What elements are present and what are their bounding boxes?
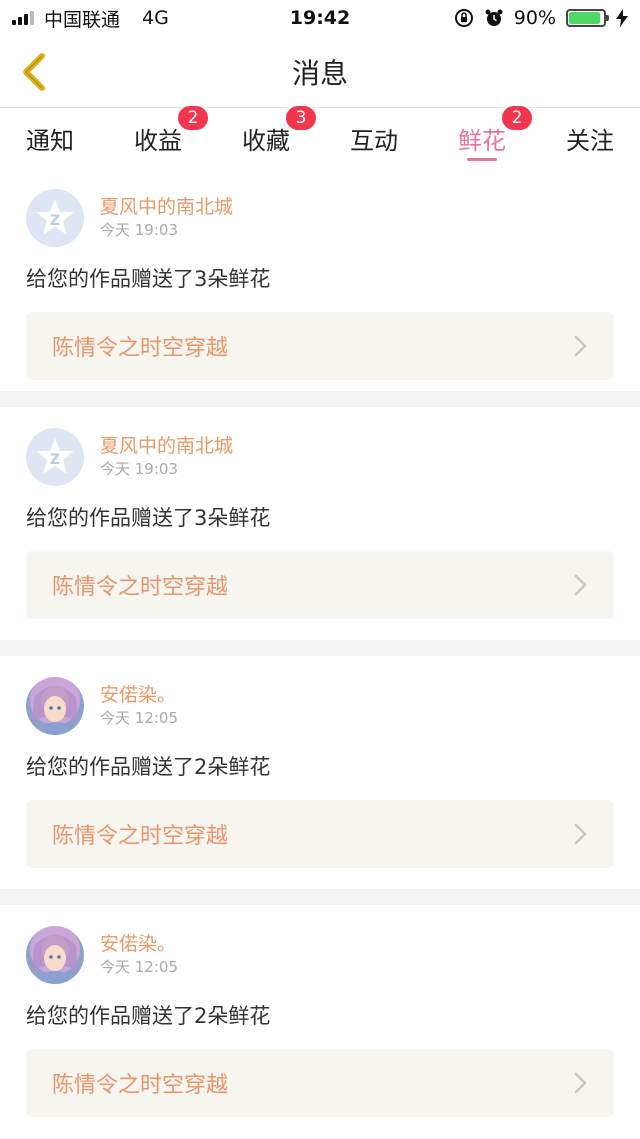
work-link[interactable]: 陈情令之时空穿越	[26, 551, 614, 619]
message-meta: 夏风中的南北城 今天 19:03	[100, 434, 233, 480]
username[interactable]: 夏风中的南北城	[100, 195, 233, 219]
orientation-lock-icon	[454, 9, 473, 27]
tab-label: 收藏	[242, 126, 290, 155]
back-arrow-icon	[23, 53, 45, 91]
chevron-right-icon	[574, 1072, 587, 1094]
tab-following[interactable]: 关注	[566, 108, 614, 168]
avatar[interactable]: Z	[26, 189, 84, 247]
carrier-label: 中国联通	[44, 8, 121, 31]
status-bar: 中国联通 4G 19:42 90%	[0, 0, 640, 36]
work-link[interactable]: 陈情令之时空穿越	[26, 1049, 614, 1117]
message-text: 给您的作品赠送了3朵鲜花	[26, 267, 271, 291]
message-card: 安偌染。 今天 12:05 给您的作品赠送了2朵鲜花 陈情令之时空穿越	[0, 905, 640, 1138]
message-meta: 安偌染。 今天 12:05	[100, 683, 178, 729]
default-avatar-icon: Z	[36, 199, 74, 235]
unread-badge: 3	[284, 104, 318, 132]
tab-interactions[interactable]: 互动	[350, 108, 398, 168]
anime-avatar-icon	[32, 686, 78, 735]
back-button[interactable]	[14, 50, 54, 94]
svg-text:Z: Z	[50, 213, 60, 229]
work-title: 陈情令之时空穿越	[52, 824, 229, 849]
message-header: 安偌染。 今天 12:05	[26, 674, 614, 738]
signal-icon	[12, 11, 34, 25]
message-card: Z 夏风中的南北城 今天 19:03 给您的作品赠送了3朵鲜花 陈情令之时空穿越	[0, 407, 640, 640]
battery-percent: 90%	[513, 7, 556, 29]
tab-earnings[interactable]: 收益 2	[134, 104, 210, 168]
avatar[interactable]	[26, 926, 84, 984]
message-header: 安偌染。 今天 12:05	[26, 923, 614, 987]
avatar[interactable]: Z	[26, 428, 84, 486]
charging-icon	[616, 9, 628, 27]
tab-favorites[interactable]: 收藏 3	[242, 104, 318, 168]
unread-badge: 2	[500, 104, 534, 132]
battery-icon	[566, 9, 609, 27]
svg-text:Z: Z	[50, 452, 60, 468]
tab-label: 通知	[26, 126, 74, 155]
message-meta: 安偌染。 今天 12:05	[100, 932, 178, 978]
tab-notifications[interactable]: 通知	[26, 108, 74, 168]
work-link[interactable]: 陈情令之时空穿越	[26, 312, 614, 380]
username[interactable]: 安偌染。	[100, 683, 178, 707]
message-header: Z 夏风中的南北城 今天 19:03	[26, 425, 614, 489]
work-title: 陈情令之时空穿越	[52, 336, 229, 361]
message-header: Z 夏风中的南北城 今天 19:03	[26, 186, 614, 250]
network-label: 4G	[142, 7, 169, 29]
timestamp: 今天 12:05	[100, 709, 178, 727]
username[interactable]: 安偌染。	[100, 932, 178, 956]
tab-flowers[interactable]: 鲜花 2	[458, 104, 534, 168]
message-text: 给您的作品赠送了2朵鲜花	[26, 755, 271, 779]
timestamp: 今天 19:03	[100, 221, 178, 239]
chevron-right-icon	[574, 823, 587, 845]
timestamp: 今天 19:03	[100, 460, 178, 478]
work-link[interactable]: 陈情令之时空穿越	[26, 800, 614, 868]
anime-avatar-icon	[32, 935, 78, 984]
username[interactable]: 夏风中的南北城	[100, 434, 233, 458]
default-avatar-icon: Z	[36, 438, 74, 474]
tab-bar: 通知 收益 2 收藏 3 互动 鲜花 2 关注	[0, 104, 640, 168]
tab-label: 鲜花	[458, 126, 506, 155]
status-right: 90%	[454, 7, 628, 29]
timestamp: 今天 12:05	[100, 958, 178, 976]
message-card: Z 夏风中的南北城 今天 19:03 给您的作品赠送了3朵鲜花 陈情令之时空穿越	[0, 168, 640, 391]
chevron-right-icon	[574, 335, 587, 357]
tab-label: 收益	[134, 126, 182, 155]
nav-bar: 消息	[0, 36, 640, 108]
work-title: 陈情令之时空穿越	[52, 1073, 229, 1098]
alarm-icon	[485, 9, 503, 26]
message-text: 给您的作品赠送了3朵鲜花	[26, 506, 271, 530]
message-meta: 夏风中的南北城 今天 19:03	[100, 195, 233, 241]
status-left: 中国联通 4G	[12, 5, 169, 32]
tab-label: 关注	[566, 126, 614, 155]
page-title: 消息	[291, 56, 348, 90]
work-title: 陈情令之时空穿越	[52, 575, 229, 600]
message-text: 给您的作品赠送了2朵鲜花	[26, 1004, 271, 1028]
chevron-right-icon	[574, 574, 587, 596]
unread-badge: 2	[176, 104, 210, 132]
tab-label: 互动	[350, 126, 398, 155]
avatar[interactable]	[26, 677, 84, 735]
message-list: Z 夏风中的南北城 今天 19:03 给您的作品赠送了3朵鲜花 陈情令之时空穿越…	[0, 168, 640, 1138]
message-card: 安偌染。 今天 12:05 给您的作品赠送了2朵鲜花 陈情令之时空穿越	[0, 656, 640, 889]
